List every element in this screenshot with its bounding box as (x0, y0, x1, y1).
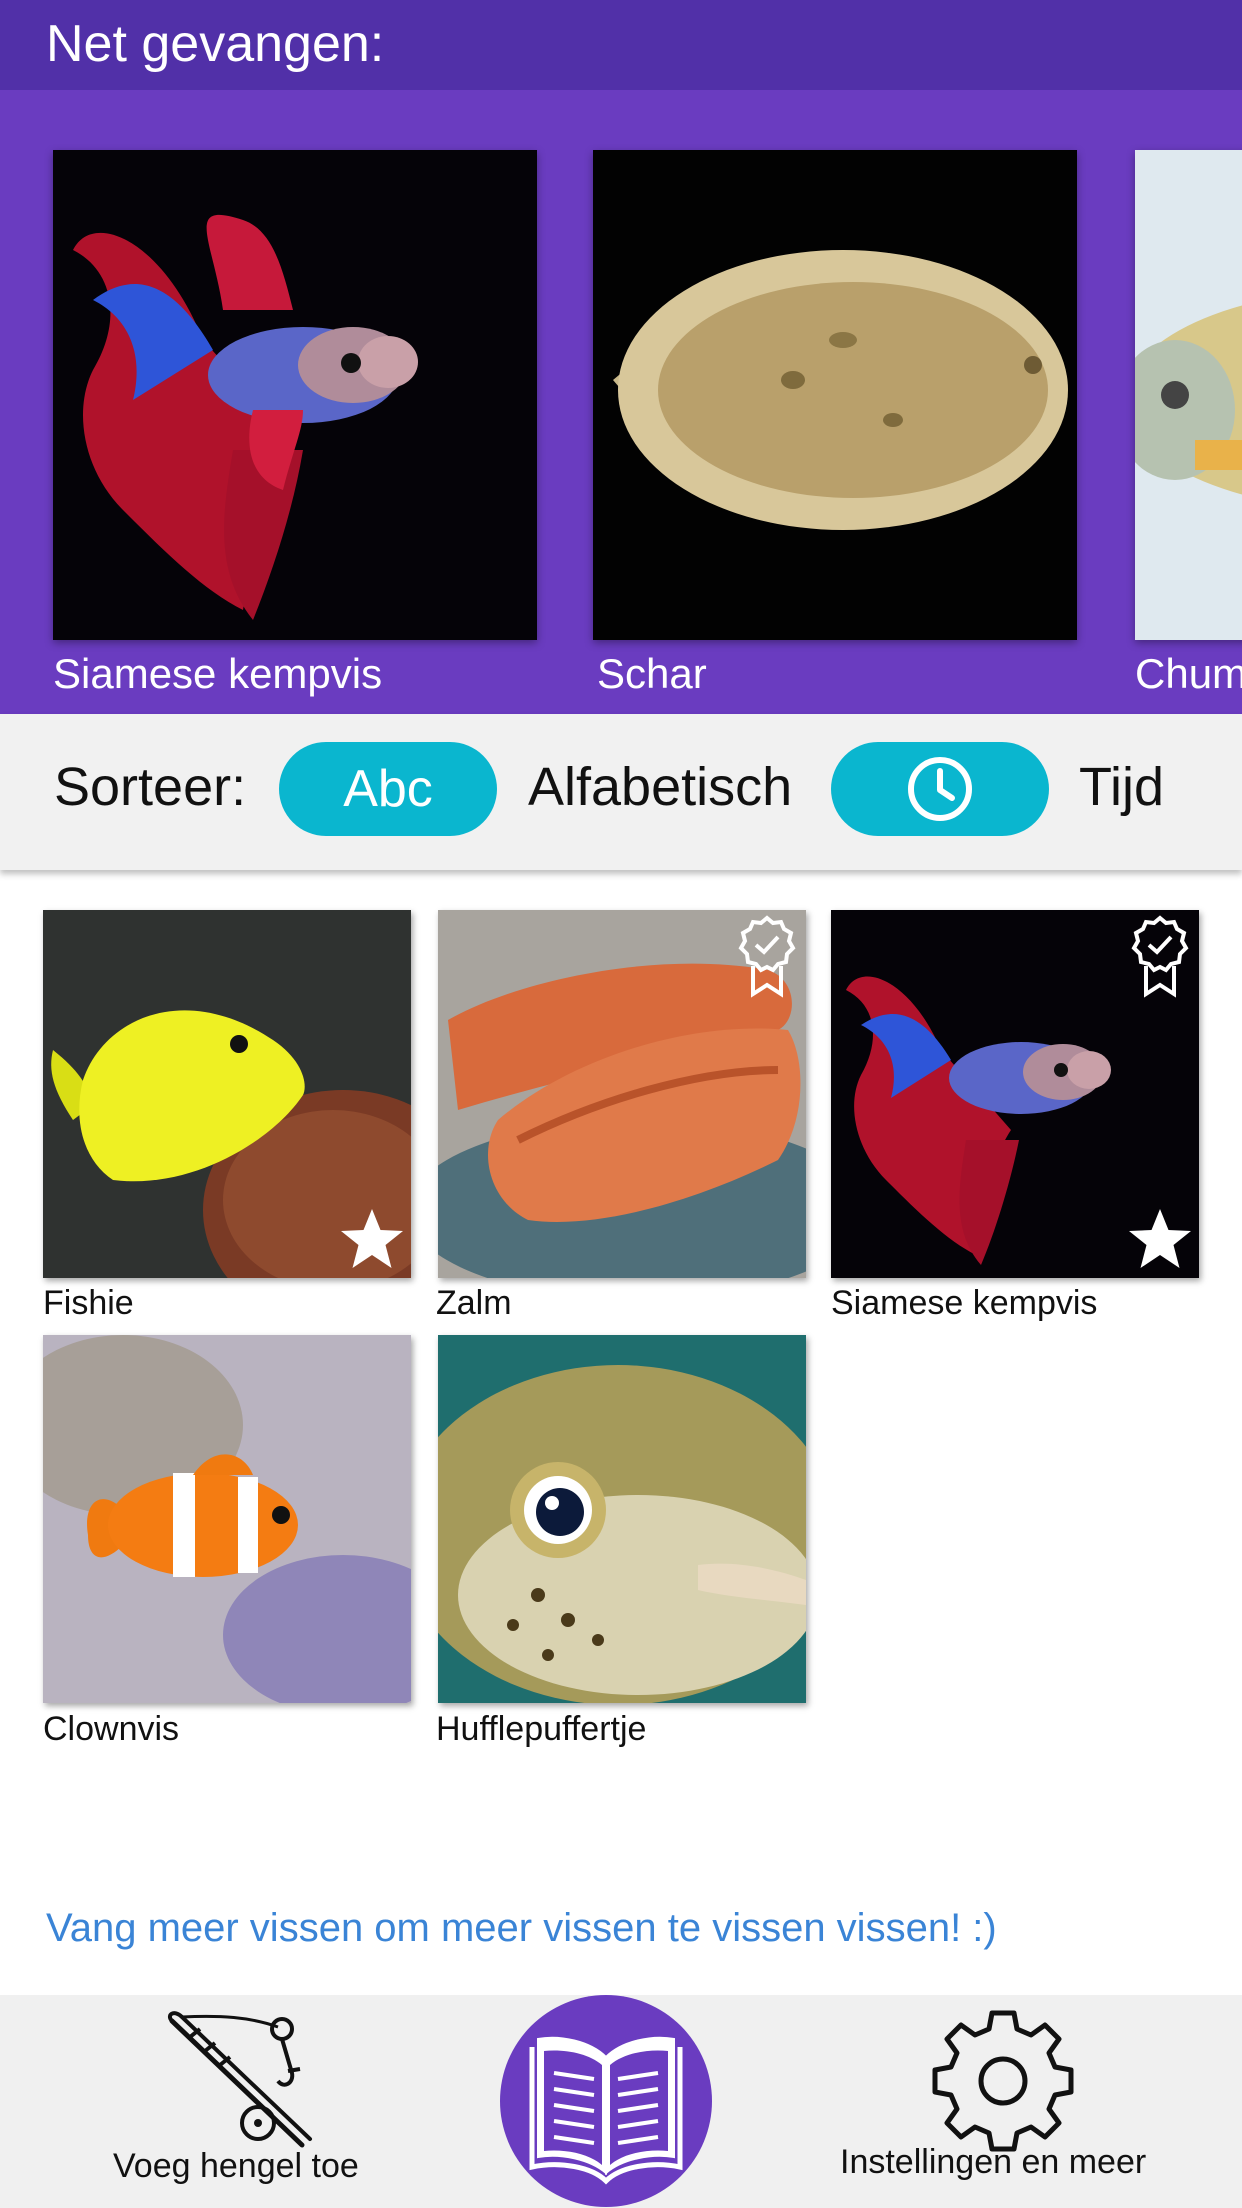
favorite-star-icon[interactable] (337, 1204, 407, 1274)
open-book-icon (529, 2036, 683, 2185)
collection-tile-siamese-kempvis[interactable] (831, 910, 1199, 1278)
nav-catalog-button[interactable] (500, 1995, 712, 2207)
top-bar: Net gevangen: (0, 0, 1242, 90)
collection-tile-hufflepuffertje[interactable] (438, 1335, 806, 1703)
nav-settings-button[interactable] (930, 2007, 1076, 2158)
award-badge-icon (1131, 915, 1189, 998)
flounder-image (593, 150, 1077, 640)
nav-add-rod-label: Voeg hengel toe (113, 2147, 359, 2185)
collection-tile-clownvis[interactable] (43, 1335, 411, 1703)
sort-time-label: Tijd (1079, 757, 1165, 817)
sort-label: Sorteer: (54, 757, 247, 817)
clownfish-image (43, 1335, 411, 1703)
collection-tile-label: Zalm (436, 1284, 512, 1322)
page-title: Net gevangen: (46, 15, 385, 73)
collection-tile-label: Hufflepuffertje (436, 1710, 647, 1748)
sort-bar: Sorteer: Abc Alfabetisch Tijd (0, 714, 1242, 870)
collection-tile-zalm[interactable] (438, 910, 806, 1278)
betta-fish-image (53, 150, 537, 640)
catch-more-hint-link[interactable]: Vang meer vissen om meer vissen te visse… (46, 1906, 997, 1951)
collection-tile-label: Fishie (43, 1284, 134, 1322)
sort-alphabetical-button[interactable]: Abc (279, 742, 497, 836)
favorite-star-icon[interactable] (1125, 1204, 1195, 1274)
collection-tile-label: Clownvis (43, 1710, 180, 1748)
recent-card-label: Siamese kempvis (53, 650, 383, 697)
app-screen: Net gevangen: Siamese kempvis Schar Chum… (0, 0, 1242, 2208)
pufferfish-image (438, 1335, 806, 1703)
recent-card-label: Schar (597, 650, 707, 697)
award-badge-icon (738, 915, 796, 998)
sort-alphabetical-label: Alfabetisch (528, 757, 793, 817)
recent-catches-carousel[interactable]: Siamese kempvis Schar Chum (0, 90, 1242, 714)
gear-icon (932, 2010, 1074, 2152)
clock-icon (908, 757, 972, 821)
collection-tile-label: Siamese kempvis (831, 1284, 1098, 1322)
sort-time-button[interactable] (831, 742, 1049, 836)
collection-tile-fishie[interactable] (43, 910, 411, 1278)
chum-salmon-image (1135, 150, 1242, 640)
recent-card-label: Chum (1135, 650, 1242, 697)
fishing-rod-icon (167, 2011, 312, 2148)
nav-add-rod-button[interactable] (160, 2007, 320, 2158)
nav-settings-label: Instellingen en meer (840, 2143, 1147, 2181)
